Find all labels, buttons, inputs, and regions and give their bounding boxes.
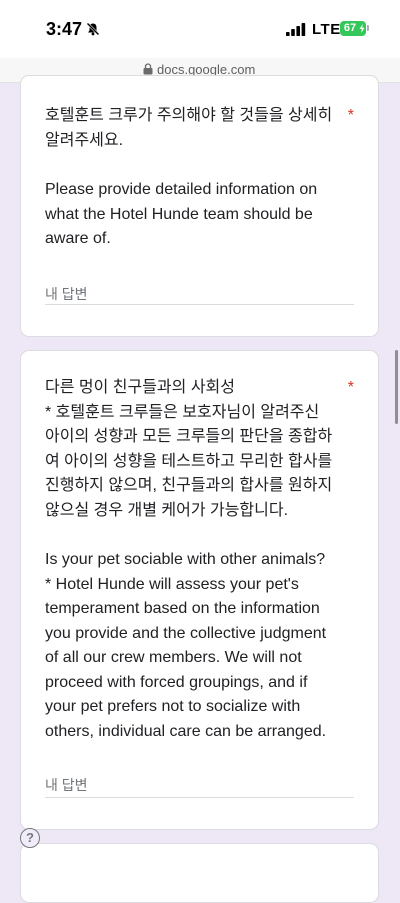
- battery-icon: 67: [340, 21, 366, 36]
- battery-cap: [367, 25, 369, 31]
- question-title-korean: 호텔훈트 크루가 주의해야 할 것들을 상세히 알려주세요.: [45, 107, 333, 149]
- lock-icon: [143, 63, 153, 75]
- question-title-korean: 다른 멍이 친구들과의 사회성 * 호텔훈트 크루들은 보호자님이 알려주신 아…: [45, 379, 333, 519]
- cellular-signal-icon: [286, 23, 306, 36]
- answer-input[interactable]: 내 답변: [45, 775, 88, 795]
- answer-underline: [45, 797, 354, 798]
- question-title-english: Is your pet sociable with other animals?…: [45, 551, 327, 740]
- help-button[interactable]: ?: [20, 828, 40, 848]
- status-time: 3:47: [46, 19, 83, 39]
- battery-level: 67: [343, 22, 357, 34]
- required-asterisk: *: [347, 107, 354, 124]
- question-card: 다른 멍이 친구들과의 사회성 * 호텔훈트 크루들은 보호자님이 알려주신 아…: [20, 350, 379, 830]
- charging-bolt-icon: [359, 24, 365, 33]
- question-card: 호텔훈트 크루가 주의해야 할 것들을 상세히 알려주세요. * Please …: [20, 75, 379, 337]
- status-bar: 3:47 LTE 67: [0, 0, 400, 58]
- question-title-english: Please provide detailed information on w…: [45, 181, 318, 247]
- bell-slash-icon: [86, 22, 100, 36]
- answer-underline: [45, 304, 354, 305]
- next-question-card: [20, 843, 379, 903]
- answer-input[interactable]: 내 답변: [45, 284, 88, 304]
- network-type: LTE: [312, 21, 341, 38]
- required-asterisk: *: [347, 379, 354, 396]
- scrollbar[interactable]: [395, 350, 398, 424]
